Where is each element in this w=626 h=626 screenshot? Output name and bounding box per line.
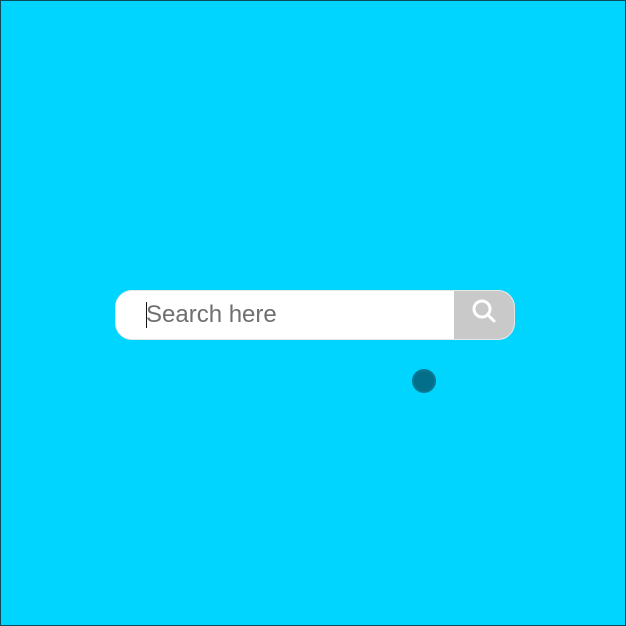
text-caret — [146, 302, 147, 328]
page-background — [0, 0, 626, 626]
cursor-indicator — [412, 369, 436, 393]
search-button[interactable] — [454, 291, 514, 339]
search-bar — [115, 290, 515, 340]
search-icon — [469, 299, 499, 326]
search-input[interactable] — [116, 291, 455, 339]
